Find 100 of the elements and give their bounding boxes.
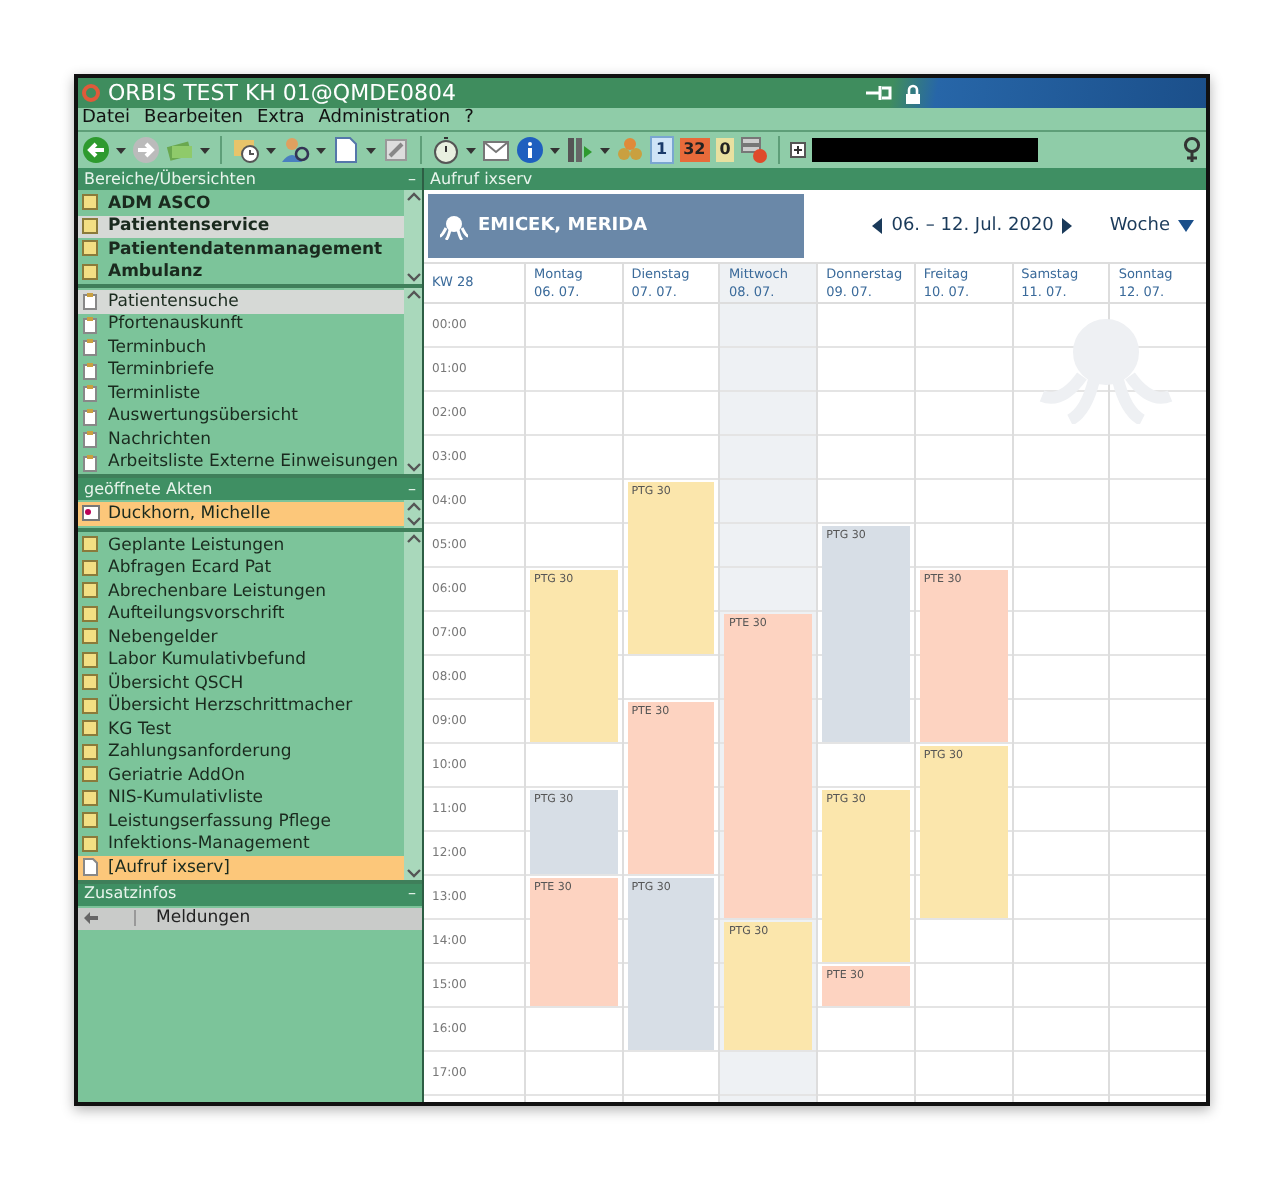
menu-item[interactable]: Datei <box>82 110 131 128</box>
list-item[interactable]: Geriatrie AddOn <box>78 764 404 787</box>
caret-icon <box>1178 220 1194 232</box>
clipboard-icon <box>82 315 100 334</box>
caret-icon[interactable] <box>200 147 210 153</box>
expand-icon[interactable] <box>790 142 807 158</box>
scroll-down-icon[interactable] <box>405 270 421 284</box>
info-icon[interactable] <box>516 136 544 164</box>
message-icon <box>82 910 100 926</box>
day-badge[interactable]: 1 <box>650 136 674 164</box>
list-item[interactable]: Leistungserfassung Pflege <box>78 810 404 833</box>
next-icon[interactable] <box>1061 218 1074 234</box>
caret-icon[interactable] <box>366 147 376 153</box>
list-item[interactable]: Patientenservice <box>78 215 404 238</box>
list-item[interactable]: KG Test <box>78 718 404 741</box>
scrollbar[interactable] <box>404 288 422 474</box>
panel-title: geöffnete Akten <box>84 481 213 497</box>
scroll-up-icon[interactable] <box>405 190 421 204</box>
scrollbar[interactable] <box>404 190 422 284</box>
list-item[interactable]: Pfortenauskunft <box>78 313 404 336</box>
list-item[interactable]: Patientendatenmanagement <box>78 238 404 261</box>
menu-item[interactable]: Extra <box>256 110 305 128</box>
square-icon <box>82 559 100 578</box>
page-icon <box>82 858 100 877</box>
list-item[interactable]: Abrechenbare Leistungen <box>78 580 404 603</box>
clipboard-icon <box>82 407 100 426</box>
square-icon <box>82 217 100 236</box>
pin-icon[interactable] <box>864 84 892 102</box>
list-item[interactable]: Terminliste <box>78 382 404 405</box>
list-item[interactable]: Abfragen Ecard Pat <box>78 557 404 580</box>
lock-icon[interactable] <box>904 83 922 103</box>
menu-item[interactable]: Administration <box>318 110 451 128</box>
scroll-down-icon[interactable] <box>405 865 421 879</box>
collapse-button[interactable]: – <box>408 886 416 902</box>
list-item[interactable]: Zahlungsanforderung <box>78 741 404 764</box>
previous-icon[interactable] <box>871 218 884 234</box>
list-item[interactable]: [Aufruf ixserv] <box>78 856 404 879</box>
list-item[interactable]: Auswertungsübersicht <box>78 405 404 428</box>
list-item[interactable]: Nebengelder <box>78 626 404 649</box>
document-icon[interactable] <box>332 136 360 164</box>
caret-icon[interactable] <box>316 147 326 153</box>
caret-icon[interactable] <box>600 147 610 153</box>
caret-icon[interactable] <box>466 147 476 153</box>
list-item[interactable]: Ambulanz <box>78 261 404 284</box>
list-item[interactable]: Patientensuche <box>78 290 404 313</box>
collapse-button[interactable]: – <box>408 481 416 497</box>
list-item[interactable]: Duckhorn, Michelle <box>78 502 404 525</box>
list-item[interactable]: Nachrichten <box>78 428 404 451</box>
scroll-up-icon[interactable] <box>405 288 421 302</box>
female-icon[interactable] <box>1182 136 1202 164</box>
scrollbar[interactable] <box>404 500 422 528</box>
scroll-down-icon[interactable] <box>405 514 421 528</box>
list-item[interactable]: Terminbuch <box>78 336 404 359</box>
scroll-up-icon[interactable] <box>405 532 421 546</box>
list-item[interactable]: Übersicht QSCH <box>78 672 404 695</box>
list-item[interactable]: Aufteilungsvorschrift <box>78 603 404 626</box>
view-dropdown[interactable]: Woche <box>1109 217 1194 235</box>
mail-icon[interactable] <box>482 136 510 164</box>
square-icon <box>82 263 100 282</box>
list-item[interactable]: Infektions-Management <box>78 833 404 856</box>
square-icon <box>82 720 100 739</box>
square-icon <box>82 536 100 555</box>
window-title: ORBIS TEST KH 01@QMDE0804 <box>108 82 456 104</box>
panel-title: Bereiche/Übersichten <box>84 171 256 187</box>
caret-icon[interactable] <box>266 147 276 153</box>
list-item[interactable]: NIS-Kumulativliste <box>78 787 404 810</box>
clock-folder-icon[interactable] <box>232 136 260 164</box>
square-icon <box>82 812 100 831</box>
panel-title: Aufruf ixserv <box>430 171 533 187</box>
collapse-button[interactable]: – <box>408 171 416 187</box>
caret-icon[interactable] <box>550 147 560 153</box>
back-arrow-icon[interactable] <box>82 136 110 164</box>
file-card-icon <box>82 504 100 523</box>
count-badge[interactable]: 0 <box>715 138 735 162</box>
clipboard-icon <box>82 292 100 311</box>
menu-item[interactable]: ? <box>464 110 474 128</box>
square-icon <box>82 628 100 647</box>
square-icon <box>82 605 100 624</box>
list-item[interactable]: Geplante Leistungen <box>78 534 404 557</box>
clipboard-icon <box>82 453 100 472</box>
person-search-icon[interactable] <box>282 136 310 164</box>
app-icon <box>82 84 100 102</box>
date-badge[interactable]: 32 <box>679 138 710 162</box>
list-item[interactable]: Labor Kumulativbefund <box>78 649 404 672</box>
search-field[interactable] <box>812 138 1039 162</box>
scrollbar[interactable] <box>404 532 422 879</box>
server-icon[interactable] <box>566 136 594 164</box>
stopwatch-icon[interactable] <box>432 136 460 164</box>
patient-name: EMICEK, MERIDA <box>478 217 648 235</box>
menu-item[interactable]: Bearbeiten <box>144 110 243 128</box>
list-item[interactable]: Terminbriefe <box>78 359 404 382</box>
caret-icon[interactable] <box>116 147 126 153</box>
list-item[interactable]: Arbeitsliste Externe Einweisungen <box>78 451 404 474</box>
square-icon <box>82 697 100 716</box>
list-item[interactable]: Übersicht Herzschrittmacher <box>78 695 404 718</box>
scroll-up-icon[interactable] <box>405 500 421 514</box>
square-icon <box>82 582 100 601</box>
database-alert-icon[interactable] <box>740 136 769 164</box>
scroll-down-icon[interactable] <box>405 460 421 474</box>
list-item[interactable]: ADM ASCO <box>78 192 404 215</box>
